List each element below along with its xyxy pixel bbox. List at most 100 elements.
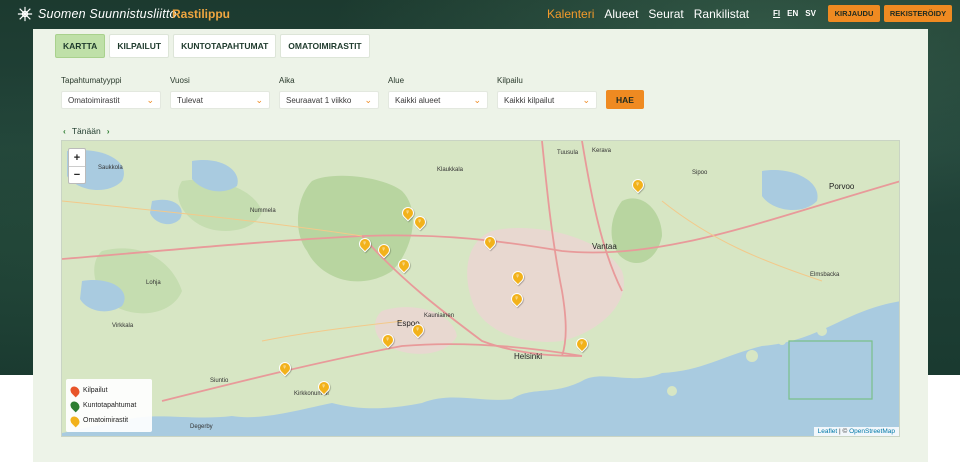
pin-icon <box>68 414 82 427</box>
login-button[interactable]: KIRJAUDU <box>828 5 880 22</box>
select-value: Tulevat <box>177 95 203 105</box>
place-label: Nummela <box>250 208 276 214</box>
place-label: Klaukkala <box>437 167 464 173</box>
place-label: Virkkala <box>112 323 134 329</box>
event-marker[interactable]: ♀ <box>509 268 527 286</box>
event-marker[interactable]: ♀ <box>375 241 393 259</box>
pin-icon <box>68 399 82 412</box>
chevron-left-icon[interactable]: ‹ <box>63 126 66 136</box>
zoom-out-button[interactable]: − <box>69 166 85 183</box>
select-value: Seuraavat 1 viikko <box>286 95 352 105</box>
legend-label: Kilpailut <box>83 387 108 394</box>
map-tiles[interactable] <box>62 141 900 437</box>
lang-en[interactable]: EN <box>787 9 798 18</box>
event-marker[interactable]: ♀ <box>409 321 427 339</box>
lang-sv[interactable]: SV <box>805 9 816 18</box>
pin-icon <box>68 384 82 397</box>
event-marker[interactable]: ♀ <box>508 290 526 308</box>
zoom-in-button[interactable]: + <box>69 149 85 166</box>
place-label: Helsinki <box>514 352 543 361</box>
place-label: Porvoo <box>829 182 855 191</box>
view-tabs: KARTTA KILPAILUT KUNTOTAPAHTUMAT OMATOIM… <box>55 34 370 58</box>
nav-rankilistat[interactable]: Rankilistat <box>694 7 749 21</box>
filter-label: Aika <box>279 76 295 85</box>
event-marker[interactable]: ♀ <box>629 176 647 194</box>
org-logo[interactable]: Suomen Suunnistusliitto <box>16 6 177 22</box>
place-label: Kauniainen <box>424 313 455 319</box>
legend-label: Kuntotapahtumat <box>83 402 137 409</box>
tab-kilpailut[interactable]: KILPAILUT <box>109 34 170 58</box>
attribution-separator: | © <box>837 428 850 435</box>
filter-vuosi: Vuosi Tulevat ⌄ <box>170 76 270 109</box>
filter-label: Tapahtumatyyppi <box>61 76 122 85</box>
today-label[interactable]: Tänään <box>72 126 101 136</box>
place-label: Tuusula <box>557 150 579 156</box>
event-marker[interactable]: ♀ <box>276 359 294 377</box>
chevron-down-icon: ⌄ <box>473 94 481 105</box>
event-marker[interactable]: ♀ <box>315 378 333 396</box>
register-button[interactable]: REKISTERÖIDY <box>884 5 952 22</box>
language-switcher: FI EN SV <box>773 9 816 18</box>
tab-kartta[interactable]: KARTTA <box>55 34 106 58</box>
content-panel: KARTTA KILPAILUT KUNTOTAPAHTUMAT OMATOIM… <box>33 29 928 462</box>
chevron-down-icon: ⌄ <box>146 94 154 105</box>
filter-label: Vuosi <box>170 76 190 85</box>
date-navigator: ‹ Tänään › <box>63 126 110 136</box>
chevron-down-icon: ⌄ <box>364 94 372 105</box>
select-value: Kaikki kilpailut <box>504 95 555 105</box>
filter-aika: Aika Seuraavat 1 viikko ⌄ <box>279 76 379 109</box>
filter-label: Alue <box>388 76 405 85</box>
event-map[interactable]: + − Saukkola Nummela Klaukkala Tuusula K… <box>61 140 900 437</box>
competition-select[interactable]: Kaikki kilpailut ⌄ <box>497 91 597 109</box>
place-label: Lohja <box>146 280 161 286</box>
osm-link[interactable]: OpenStreetMap <box>849 428 895 435</box>
legend-item-kilpailut: Kilpailut <box>68 383 147 398</box>
search-button[interactable]: HAE <box>606 90 644 109</box>
top-header: Suomen Suunnistusliitto Rastilippu Kalen… <box>0 0 960 28</box>
org-name: Suomen Suunnistusliitto <box>38 7 177 21</box>
event-marker[interactable]: ♀ <box>395 256 413 274</box>
chevron-down-icon: ⌄ <box>582 94 590 105</box>
filter-alue: Alue Kaikki alueet ⌄ <box>388 76 488 109</box>
event-marker[interactable]: ♀ <box>573 335 591 353</box>
product-name[interactable]: Rastilippu <box>172 7 230 21</box>
tab-omatoimirastit[interactable]: OMATOIMIRASTIT <box>280 34 370 58</box>
event-marker[interactable]: ♀ <box>356 235 374 253</box>
place-label: Kerava <box>592 148 612 154</box>
filter-kilpailu: Kilpailu Kaikki kilpailut ⌄ <box>497 76 597 109</box>
year-select[interactable]: Tulevat ⌄ <box>170 91 270 109</box>
legend-item-omatoimirastit: Omatoimirastit <box>68 413 147 428</box>
chevron-down-icon: ⌄ <box>255 94 263 105</box>
map-attribution: Leaflet | © OpenStreetMap <box>813 427 899 436</box>
nav-seurat[interactable]: Seurat <box>648 7 683 21</box>
place-label: Sipoo <box>692 170 708 176</box>
lang-fi[interactable]: FI <box>773 9 780 18</box>
place-label: Siuntio <box>210 378 229 384</box>
event-marker[interactable]: ♀ <box>481 233 499 251</box>
filter-tapahtumatyyppi: Tapahtumatyyppi Omatoimirastit ⌄ <box>61 76 161 109</box>
nav-kalenteri[interactable]: Kalenteri <box>547 7 594 21</box>
place-label: Saukkola <box>98 165 123 171</box>
leaflet-link[interactable]: Leaflet <box>818 428 838 435</box>
select-value: Omatoimirastit <box>68 95 120 105</box>
place-label: Vantaa <box>592 242 617 251</box>
place-label: Degerby <box>190 424 213 430</box>
tab-kuntotapahtumat[interactable]: KUNTOTAPAHTUMAT <box>173 34 277 58</box>
main-nav: Kalenteri Alueet Seurat Rankilistat <box>547 7 749 21</box>
event-marker[interactable]: ♀ <box>379 331 397 349</box>
chevron-right-icon[interactable]: › <box>107 126 110 136</box>
compass-star-icon <box>17 6 33 22</box>
event-marker[interactable]: ♀ <box>399 204 417 222</box>
select-value: Kaikki alueet <box>395 95 441 105</box>
nav-alueet[interactable]: Alueet <box>604 7 638 21</box>
time-select[interactable]: Seuraavat 1 viikko ⌄ <box>279 91 379 109</box>
event-type-select[interactable]: Omatoimirastit ⌄ <box>61 91 161 109</box>
legend-label: Omatoimirastit <box>83 417 129 424</box>
legend-item-kuntotapahtumat: Kuntotapahtumat <box>68 398 147 413</box>
area-select[interactable]: Kaikki alueet ⌄ <box>388 91 488 109</box>
filter-label: Kilpailu <box>497 76 523 85</box>
map-legend: Kilpailut Kuntotapahtumat Omatoimirastit <box>66 379 152 432</box>
zoom-control: + − <box>68 148 86 184</box>
place-label: Elmsbacka <box>810 272 840 278</box>
event-marker[interactable]: ♀ <box>411 213 429 231</box>
